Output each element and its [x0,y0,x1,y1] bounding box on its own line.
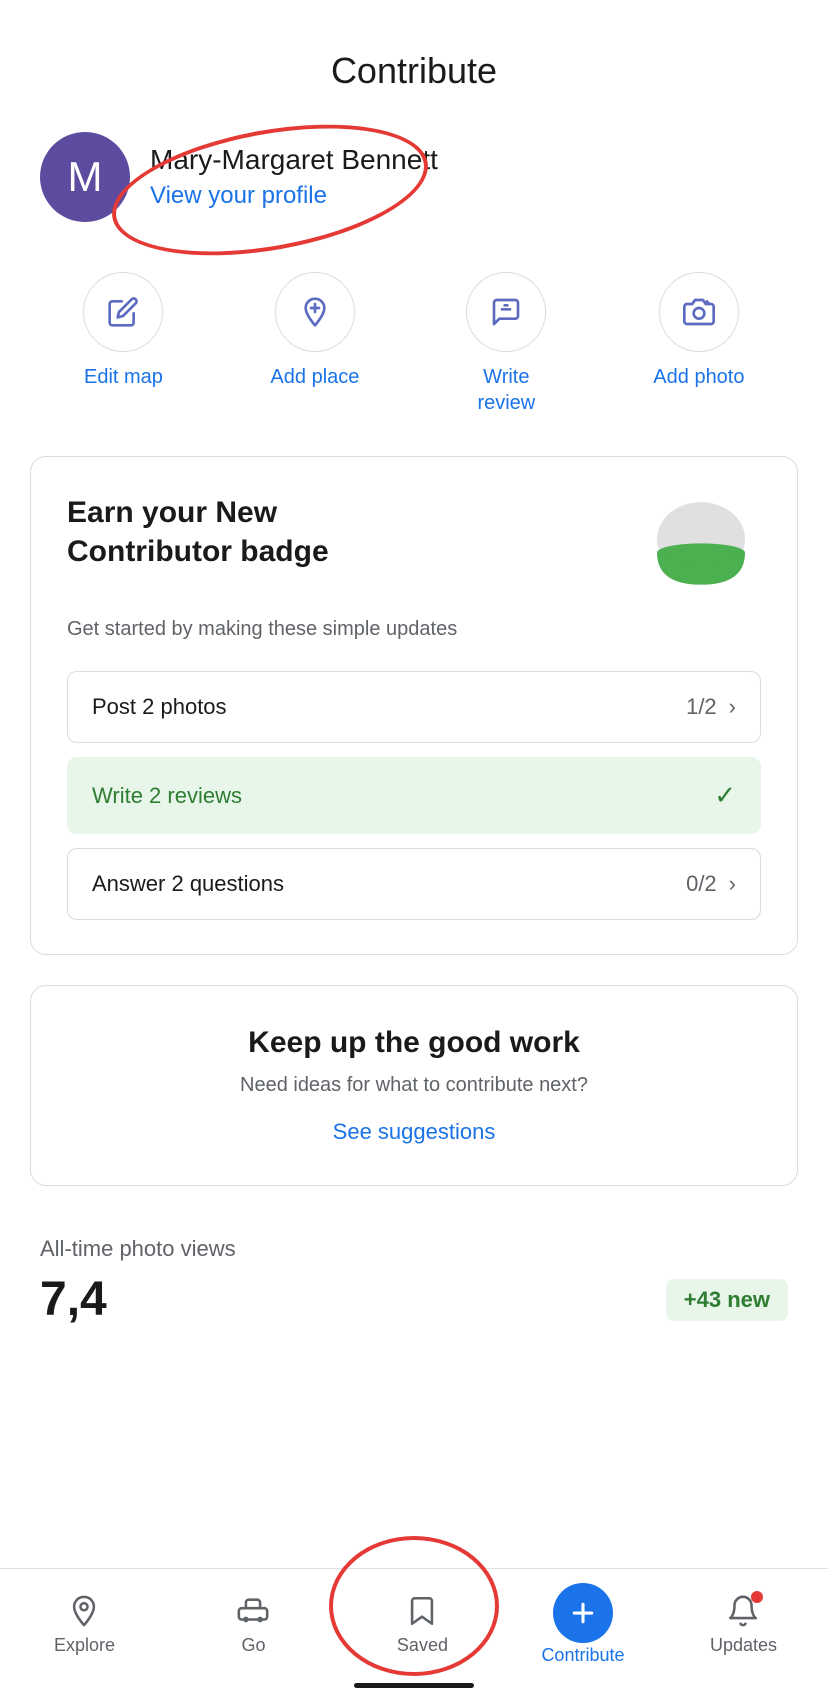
badge-card-text: Earn your New Contributor badge [67,493,447,571]
nav-item-contribute[interactable]: Contribute [541,1583,624,1666]
photo-views-new-badge: +43 new [666,1279,788,1321]
add-photo-icon-circle [659,272,739,352]
task-answer-questions-progress: 0/2 [686,871,717,897]
contribute-circle-icon [553,1583,613,1643]
nav-item-go[interactable]: Go [203,1593,303,1656]
add-place-icon [299,296,331,328]
home-indicator [354,1683,474,1688]
avatar: M [40,132,130,222]
photo-views-count: 7,4 [40,1272,107,1327]
actions-row: Edit map Add place Writereview [0,252,828,456]
action-write-review[interactable]: Writereview [466,272,546,416]
user-name: Mary-Margaret Bennett [150,144,438,176]
contributor-badge-icon [641,493,761,603]
bottom-nav: Explore Go Saved Contri [0,1568,828,1696]
nav-item-explore[interactable]: Explore [34,1593,134,1656]
nav-label-saved: Saved [397,1635,448,1656]
action-add-photo[interactable]: Add photo [653,272,744,416]
keep-up-title: Keep up the good work [67,1026,761,1060]
task-post-photos[interactable]: Post 2 photos 1/2 › [67,671,761,743]
updates-icon [725,1593,761,1629]
nav-item-saved[interactable]: Saved [372,1593,472,1656]
badge-title: Earn your New Contributor badge [67,493,447,571]
keep-up-card: Keep up the good work Need ideas for wha… [30,985,798,1186]
edit-map-icon-circle [83,272,163,352]
see-suggestions-link[interactable]: See suggestions [333,1119,496,1144]
task-post-photos-chevron: › [729,694,736,720]
write-review-icon-circle [466,272,546,352]
badge-card-header: Earn your New Contributor badge [67,493,761,603]
action-add-place[interactable]: Add place [270,272,359,416]
go-icon [235,1593,271,1629]
task-write-reviews[interactable]: Write 2 reviews ✓ [67,757,761,834]
nav-label-contribute: Contribute [541,1645,624,1666]
add-place-icon-circle [275,272,355,352]
header: Contribute [0,0,828,112]
photo-views-label: All-time photo views [40,1236,788,1262]
profile-info: Mary-Margaret Bennett View your profile [150,144,438,210]
write-review-label: Writereview [477,364,535,416]
badge-subtitle: Get started by making these simple updat… [67,615,761,643]
photo-views-row: 7,4 +43 new [40,1272,788,1327]
add-place-label: Add place [270,364,359,390]
nav-label-updates: Updates [710,1635,777,1656]
add-photo-icon [683,296,715,328]
task-post-photos-progress: 1/2 [686,694,717,720]
task-answer-questions-chevron: › [729,871,736,897]
view-profile-link[interactable]: View your profile [150,182,438,210]
task-write-reviews-right: ✓ [714,780,736,811]
task-post-photos-right: 1/2 › [686,694,736,720]
add-photo-label: Add photo [653,364,744,390]
nav-label-go: Go [241,1635,265,1656]
photo-views-section: All-time photo views 7,4 +43 new [0,1216,828,1427]
keep-up-subtitle: Need ideas for what to contribute next? [67,1074,761,1097]
write-review-icon [490,296,522,328]
saved-icon [404,1593,440,1629]
updates-notification-dot [751,1591,763,1603]
profile-section: M Mary-Margaret Bennett View your profil… [0,112,828,252]
task-answer-questions-label: Answer 2 questions [92,871,284,897]
badge-card: Earn your New Contributor badge Get star… [30,456,798,955]
task-write-reviews-label: Write 2 reviews [92,783,242,809]
nav-label-explore: Explore [54,1635,115,1656]
task-answer-questions-right: 0/2 › [686,871,736,897]
action-edit-map[interactable]: Edit map [83,272,163,416]
explore-icon [66,1593,102,1629]
page-title: Contribute [0,50,828,92]
edit-map-icon [107,296,139,328]
task-post-photos-label: Post 2 photos [92,694,227,720]
task-write-reviews-check: ✓ [714,780,736,811]
edit-map-label: Edit map [84,364,163,390]
nav-item-updates[interactable]: Updates [693,1593,793,1656]
task-answer-questions[interactable]: Answer 2 questions 0/2 › [67,848,761,920]
